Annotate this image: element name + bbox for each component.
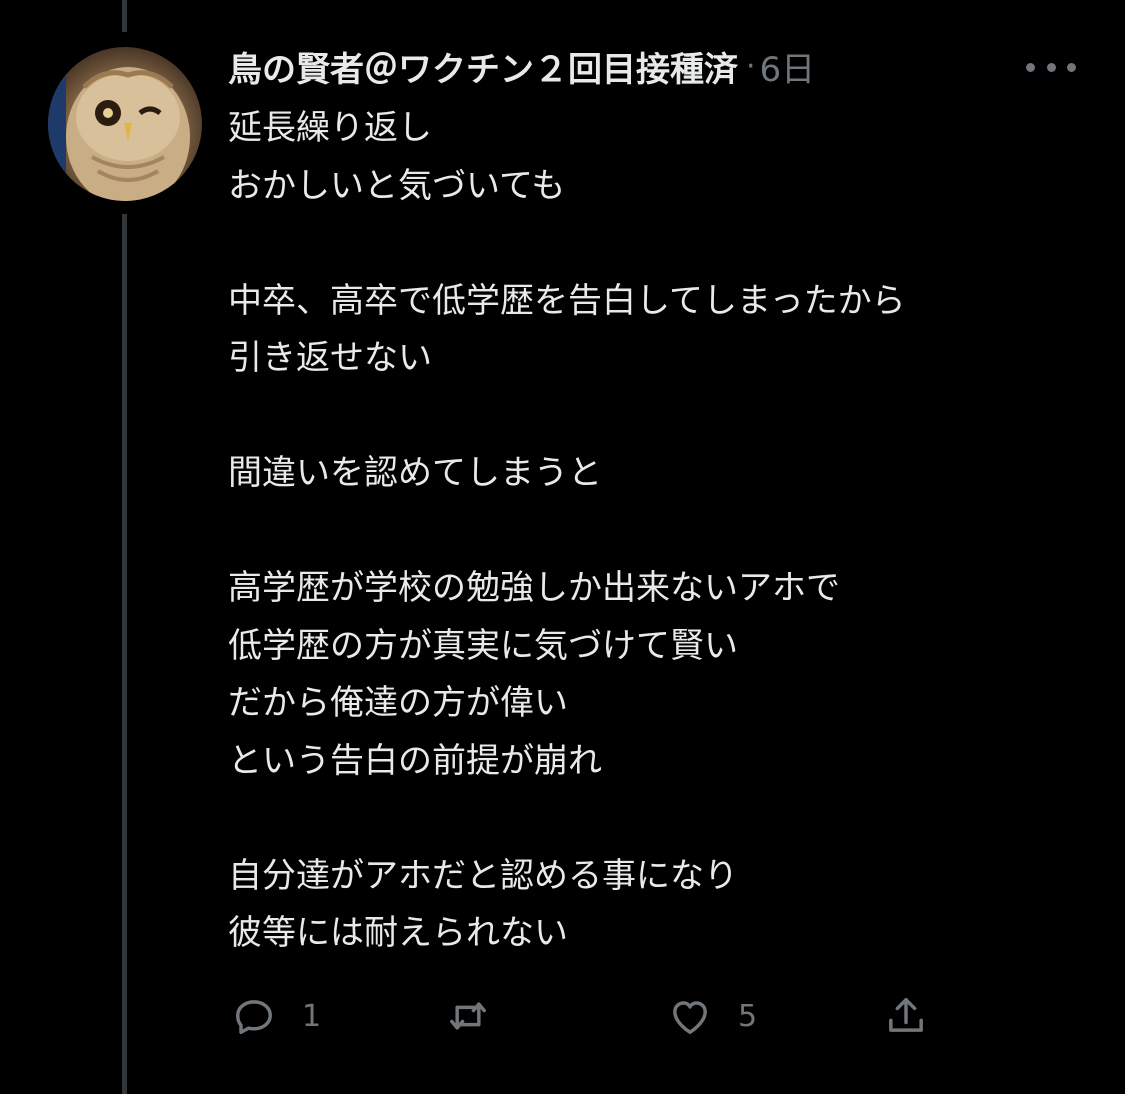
tweet-line bbox=[228, 503, 1098, 561]
owl-avatar-icon bbox=[48, 47, 190, 201]
share-icon bbox=[889, 998, 923, 1032]
tweet-line: だから俺達の方が偉い bbox=[228, 683, 568, 723]
share-button[interactable] bbox=[880, 990, 932, 1042]
tweet-line: 中卒、高卒で低学歴を告白してしまったから bbox=[228, 280, 906, 321]
reply-icon bbox=[236, 1000, 272, 1034]
separator: · bbox=[746, 48, 756, 84]
tweet-line: 低学歴の方が真実に気づけて賢い bbox=[228, 625, 738, 666]
more-dot bbox=[1046, 62, 1056, 72]
tweet-line: という告白の前提が崩れ bbox=[228, 740, 602, 781]
tweet-line: おかしいと気づいても bbox=[228, 165, 566, 206]
tweet-line: 引き返せない bbox=[228, 338, 432, 378]
tweet-line bbox=[228, 790, 1098, 848]
like-count: 5 bbox=[738, 998, 758, 1034]
tweet-line: 高学歴が学校の勉強しか出来ないアホで bbox=[228, 568, 840, 608]
tweet-header: 鳥の賢者＠ワクチン２回目接種済 · 6日 bbox=[228, 40, 815, 92]
thread-line-top bbox=[122, 0, 127, 32]
heart-icon bbox=[673, 1001, 707, 1034]
like-button[interactable]: 5 bbox=[664, 990, 757, 1042]
tweet-line: 延長繰り返し bbox=[228, 108, 432, 148]
thread-line bbox=[122, 214, 127, 1094]
tweet-line bbox=[228, 215, 1098, 273]
tweet-actions: 1 5 bbox=[228, 990, 948, 1042]
tweet-line: 彼等には耐えられない bbox=[228, 913, 568, 953]
retweet-icon bbox=[450, 1002, 486, 1030]
retweet-button[interactable] bbox=[442, 990, 516, 1042]
tweet-line bbox=[228, 388, 1098, 446]
more-dot bbox=[1026, 62, 1035, 72]
reply-count: 1 bbox=[302, 998, 322, 1034]
timestamp[interactable]: 6日 bbox=[760, 42, 816, 91]
tweet-line: 自分達がアホだと認める事になり bbox=[228, 855, 738, 896]
tweet-line: 間違いを認めてしまうと bbox=[228, 453, 602, 493]
tweet-text: 延長繰り返し おかしいと気づいても 中卒、高卒で低学歴を告白してしまったから 引… bbox=[228, 100, 1098, 963]
display-name[interactable]: 鳥の賢者＠ワクチン２回目接種済 bbox=[228, 42, 738, 91]
reply-button[interactable]: 1 bbox=[228, 990, 321, 1042]
more-options-button[interactable] bbox=[1026, 52, 1076, 82]
more-dot bbox=[1067, 62, 1076, 72]
avatar[interactable] bbox=[48, 47, 202, 201]
